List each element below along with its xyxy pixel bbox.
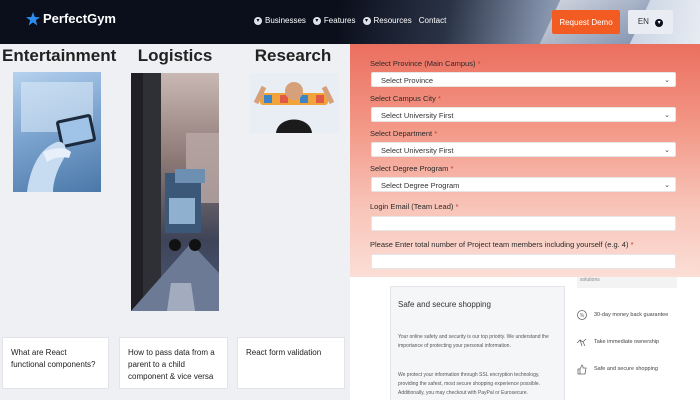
- feature-label: Safe and secure shopping: [594, 366, 658, 372]
- feature-money-back: % 30-day money back guarantee: [576, 309, 696, 321]
- chevron-down-icon: ⌄: [664, 112, 670, 119]
- nav-link-label: Features: [323, 16, 356, 25]
- nav-link-label: Resources: [373, 16, 412, 25]
- feature-label: 30-day money back guarantee: [594, 312, 669, 318]
- entertainment-image[interactable]: [13, 72, 101, 192]
- nav-link-contact[interactable]: Contact: [419, 16, 447, 25]
- chevron-down-icon: ▾: [254, 16, 262, 25]
- chevron-down-icon: ▾: [312, 16, 321, 25]
- article-card-form-validation[interactable]: React form validation: [237, 337, 345, 389]
- article-title: How to pass data from a parent to a chil…: [128, 348, 215, 381]
- secure-shopping-card: Safe and secure shopping Your online saf…: [390, 286, 565, 400]
- thumbs-up-icon: [577, 364, 587, 375]
- nav-link-label: Contact: [418, 16, 447, 25]
- nav-link-features[interactable]: ▾ Features: [312, 16, 356, 25]
- campus-city-select[interactable]: Select University First ⌄: [371, 107, 676, 122]
- brand-name: PerfectGym: [43, 11, 116, 26]
- department-label: Select Department *: [370, 129, 438, 138]
- registration-form: Select Province (Main Campus) * Select P…: [350, 44, 700, 277]
- solutions-strip: solutions: [577, 277, 677, 288]
- article-card-pass-data[interactable]: How to pass data from a parent to a chil…: [119, 337, 228, 389]
- language-selector[interactable]: EN ▾: [628, 10, 673, 34]
- nav-link-businesses[interactable]: ▾ Businesses: [254, 16, 306, 25]
- svg-text:%: %: [580, 313, 585, 319]
- feature-ownership: Take immediate ownership: [576, 336, 696, 348]
- nav-link-resources[interactable]: ▾ Resources: [362, 16, 412, 25]
- province-select-value: Select Province: [381, 76, 434, 85]
- secure-shopping-paragraph-1: Your online safety and security is our t…: [398, 334, 549, 349]
- money-back-icon: %: [577, 310, 587, 320]
- feature-label: Take immediate ownership: [594, 339, 660, 345]
- request-demo-button[interactable]: Request Demo: [552, 10, 620, 34]
- category-title-research: Research: [254, 46, 332, 65]
- chevron-down-icon: ⌄: [664, 182, 670, 189]
- chevron-down-icon: ⌄: [664, 147, 670, 154]
- department-select[interactable]: Select University First ⌄: [371, 142, 676, 157]
- article-title: React form validation: [246, 348, 322, 357]
- degree-program-select[interactable]: Select Degree Program ⌄: [371, 177, 676, 192]
- category-title-entertainment: Entertainment: [2, 46, 117, 65]
- top-navbar: PerfectGym ▾ Businesses ▾ Features ▾ Res…: [0, 0, 700, 44]
- feature-secure-shopping: Safe and secure shopping: [576, 363, 696, 375]
- shop-info-panel: solutions Safe and secure shopping Your …: [350, 277, 700, 400]
- truck-photo-illustration: [131, 73, 219, 311]
- star-logo-icon: [26, 11, 40, 25]
- solutions-strip-text: solutions: [580, 277, 600, 283]
- degree-program-label: Select Degree Program *: [370, 164, 454, 173]
- nav-link-label: Businesses: [265, 16, 306, 25]
- login-email-input[interactable]: [371, 216, 676, 231]
- chevron-down-icon: ▾: [655, 19, 664, 27]
- province-select[interactable]: Select Province ⌄: [371, 72, 676, 87]
- login-email-label: Login Email (Team Lead) *: [370, 202, 459, 211]
- logistics-image[interactable]: [131, 73, 219, 311]
- secure-shopping-title: Safe and secure shopping: [398, 300, 491, 309]
- team-members-label: Please Enter total number of Project tea…: [370, 240, 634, 249]
- department-select-value: Select University First: [381, 146, 454, 155]
- province-label: Select Province (Main Campus) *: [370, 59, 481, 68]
- person-with-tubes-illustration: [250, 73, 338, 133]
- category-title-logistics: Logistics: [137, 46, 213, 65]
- article-card-react-functional-components[interactable]: What are React functional components?: [2, 337, 109, 389]
- chevron-down-icon: ▾: [362, 16, 371, 25]
- campus-city-select-value: Select University First: [381, 111, 454, 120]
- chevron-down-icon: ⌄: [664, 77, 670, 84]
- handshake-icon: [576, 338, 587, 347]
- tablet-photo-illustration: [21, 82, 96, 192]
- nav-links: ▾ Businesses ▾ Features ▾ Resources Cont…: [254, 16, 446, 25]
- research-image[interactable]: [250, 73, 338, 133]
- team-members-input[interactable]: [371, 254, 676, 269]
- secure-shopping-paragraph-2: We protect your information through SSL …: [398, 372, 541, 396]
- article-title: What are React functional components?: [11, 348, 96, 369]
- brand-logo[interactable]: PerfectGym: [26, 11, 116, 26]
- degree-program-select-value: Select Degree Program: [381, 181, 460, 190]
- campus-city-label: Select Campus City *: [370, 94, 441, 103]
- language-label: EN: [637, 17, 649, 26]
